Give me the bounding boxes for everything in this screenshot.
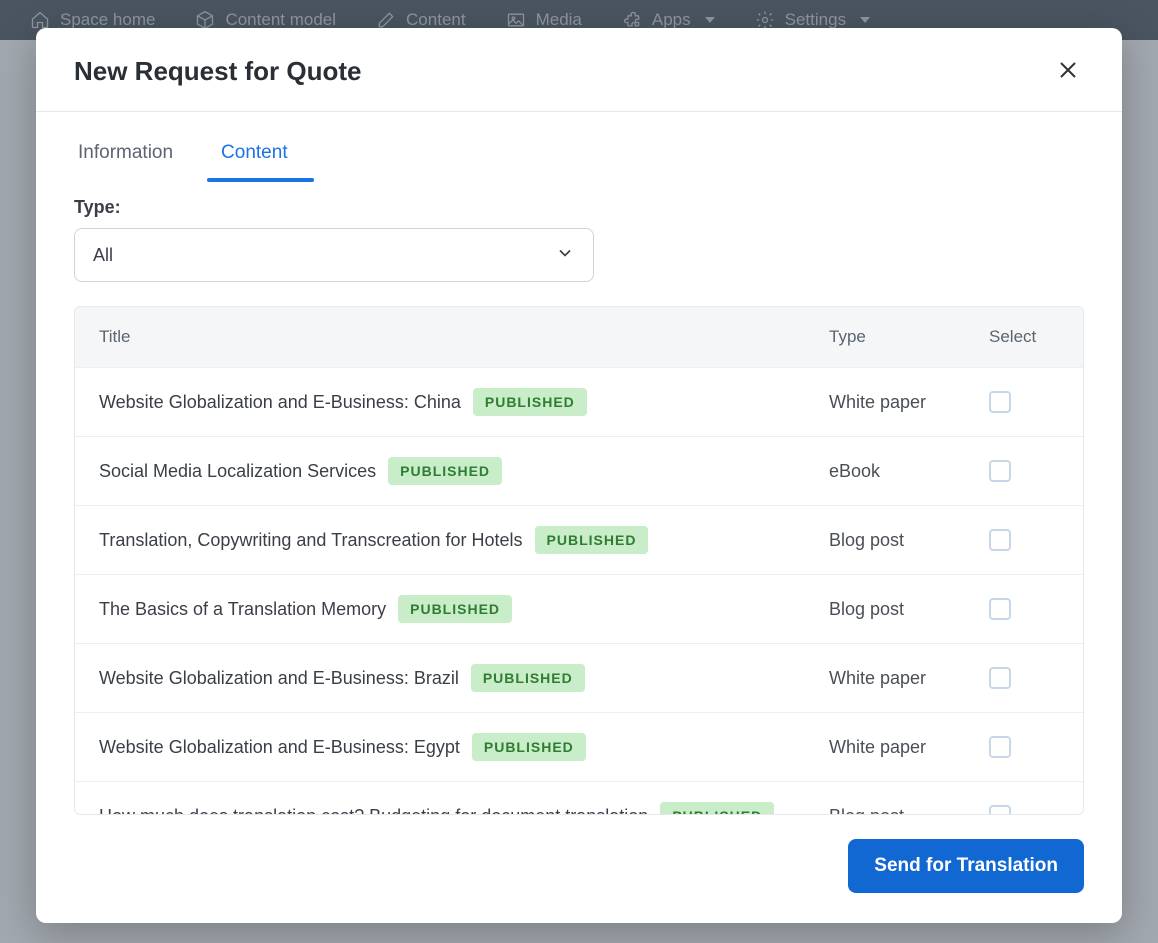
- row-title-cell: Website Globalization and E-Business: Eg…: [99, 733, 829, 761]
- row-select-checkbox[interactable]: [989, 805, 1011, 814]
- table-row: Website Globalization and E-Business: Br…: [75, 643, 1083, 712]
- tabs: Information Content: [36, 134, 1122, 181]
- row-title: Website Globalization and E-Business: Ch…: [99, 392, 461, 413]
- row-select-checkbox[interactable]: [989, 460, 1011, 482]
- row-select-checkbox[interactable]: [989, 391, 1011, 413]
- row-type: White paper: [829, 668, 989, 689]
- row-title: Social Media Localization Services: [99, 461, 376, 482]
- row-select-cell: [989, 805, 1059, 814]
- modal-body: Type: All Title Type Select Website Glob…: [36, 181, 1122, 815]
- row-title: Website Globalization and E-Business: Eg…: [99, 737, 460, 758]
- row-type: Blog post: [829, 530, 989, 551]
- row-select-cell: [989, 391, 1059, 413]
- table-header: Title Type Select: [75, 307, 1083, 367]
- table-row: The Basics of a Translation Memory PUBLIS…: [75, 574, 1083, 643]
- type-select-value: All: [93, 245, 113, 266]
- table-row: How much does translation cost? Budgetin…: [75, 781, 1083, 814]
- header-type: Type: [829, 327, 989, 347]
- status-badge: PUBLISHED: [660, 802, 774, 814]
- row-type: Blog post: [829, 599, 989, 620]
- row-select-cell: [989, 598, 1059, 620]
- type-label: Type:: [74, 197, 1084, 218]
- status-badge: PUBLISHED: [471, 664, 585, 692]
- table-scroll[interactable]: Title Type Select Website Globalization …: [75, 307, 1083, 814]
- row-title: Translation, Copywriting and Transcreati…: [99, 530, 523, 551]
- close-icon: [1056, 58, 1080, 82]
- row-select-checkbox[interactable]: [989, 529, 1011, 551]
- row-select-cell: [989, 460, 1059, 482]
- row-title-cell: The Basics of a Translation Memory PUBLIS…: [99, 595, 829, 623]
- modal-title: New Request for Quote: [74, 56, 361, 87]
- table-row: Social Media Localization Services PUBLIS…: [75, 436, 1083, 505]
- tab-information[interactable]: Information: [74, 134, 177, 180]
- table-row: Website Globalization and E-Business: Ch…: [75, 367, 1083, 436]
- close-button[interactable]: [1056, 58, 1084, 86]
- header-select: Select: [989, 327, 1059, 347]
- row-title: How much does translation cost? Budgetin…: [99, 806, 648, 815]
- table-row: Website Globalization and E-Business: Eg…: [75, 712, 1083, 781]
- header-title: Title: [99, 327, 829, 347]
- status-badge: PUBLISHED: [472, 733, 586, 761]
- row-type: Blog post: [829, 806, 989, 815]
- status-badge: PUBLISHED: [535, 526, 649, 554]
- status-badge: PUBLISHED: [398, 595, 512, 623]
- table-row: Translation, Copywriting and Transcreati…: [75, 505, 1083, 574]
- tab-content[interactable]: Content: [217, 134, 292, 180]
- row-title-cell: Website Globalization and E-Business: Ch…: [99, 388, 829, 416]
- row-select-checkbox[interactable]: [989, 736, 1011, 758]
- row-title-cell: How much does translation cost? Budgetin…: [99, 802, 829, 814]
- row-title: The Basics of a Translation Memory: [99, 599, 386, 620]
- modal-footer: Send for Translation: [36, 815, 1122, 923]
- row-select-cell: [989, 667, 1059, 689]
- row-type: White paper: [829, 737, 989, 758]
- row-title-cell: Social Media Localization Services PUBLIS…: [99, 457, 829, 485]
- status-badge: PUBLISHED: [388, 457, 502, 485]
- send-for-translation-button[interactable]: Send for Translation: [848, 839, 1084, 893]
- row-select-cell: [989, 736, 1059, 758]
- new-request-modal: New Request for Quote Information Conten…: [36, 28, 1122, 923]
- row-select-checkbox[interactable]: [989, 667, 1011, 689]
- chevron-down-icon: [555, 243, 575, 268]
- row-title-cell: Website Globalization and E-Business: Br…: [99, 664, 829, 692]
- row-type: White paper: [829, 392, 989, 413]
- status-badge: PUBLISHED: [473, 388, 587, 416]
- row-type: eBook: [829, 461, 989, 482]
- row-select-cell: [989, 529, 1059, 551]
- row-select-checkbox[interactable]: [989, 598, 1011, 620]
- row-title: Website Globalization and E-Business: Br…: [99, 668, 459, 689]
- content-table: Title Type Select Website Globalization …: [74, 306, 1084, 815]
- row-title-cell: Translation, Copywriting and Transcreati…: [99, 526, 829, 554]
- modal-header: New Request for Quote: [36, 28, 1122, 112]
- type-select[interactable]: All: [74, 228, 594, 282]
